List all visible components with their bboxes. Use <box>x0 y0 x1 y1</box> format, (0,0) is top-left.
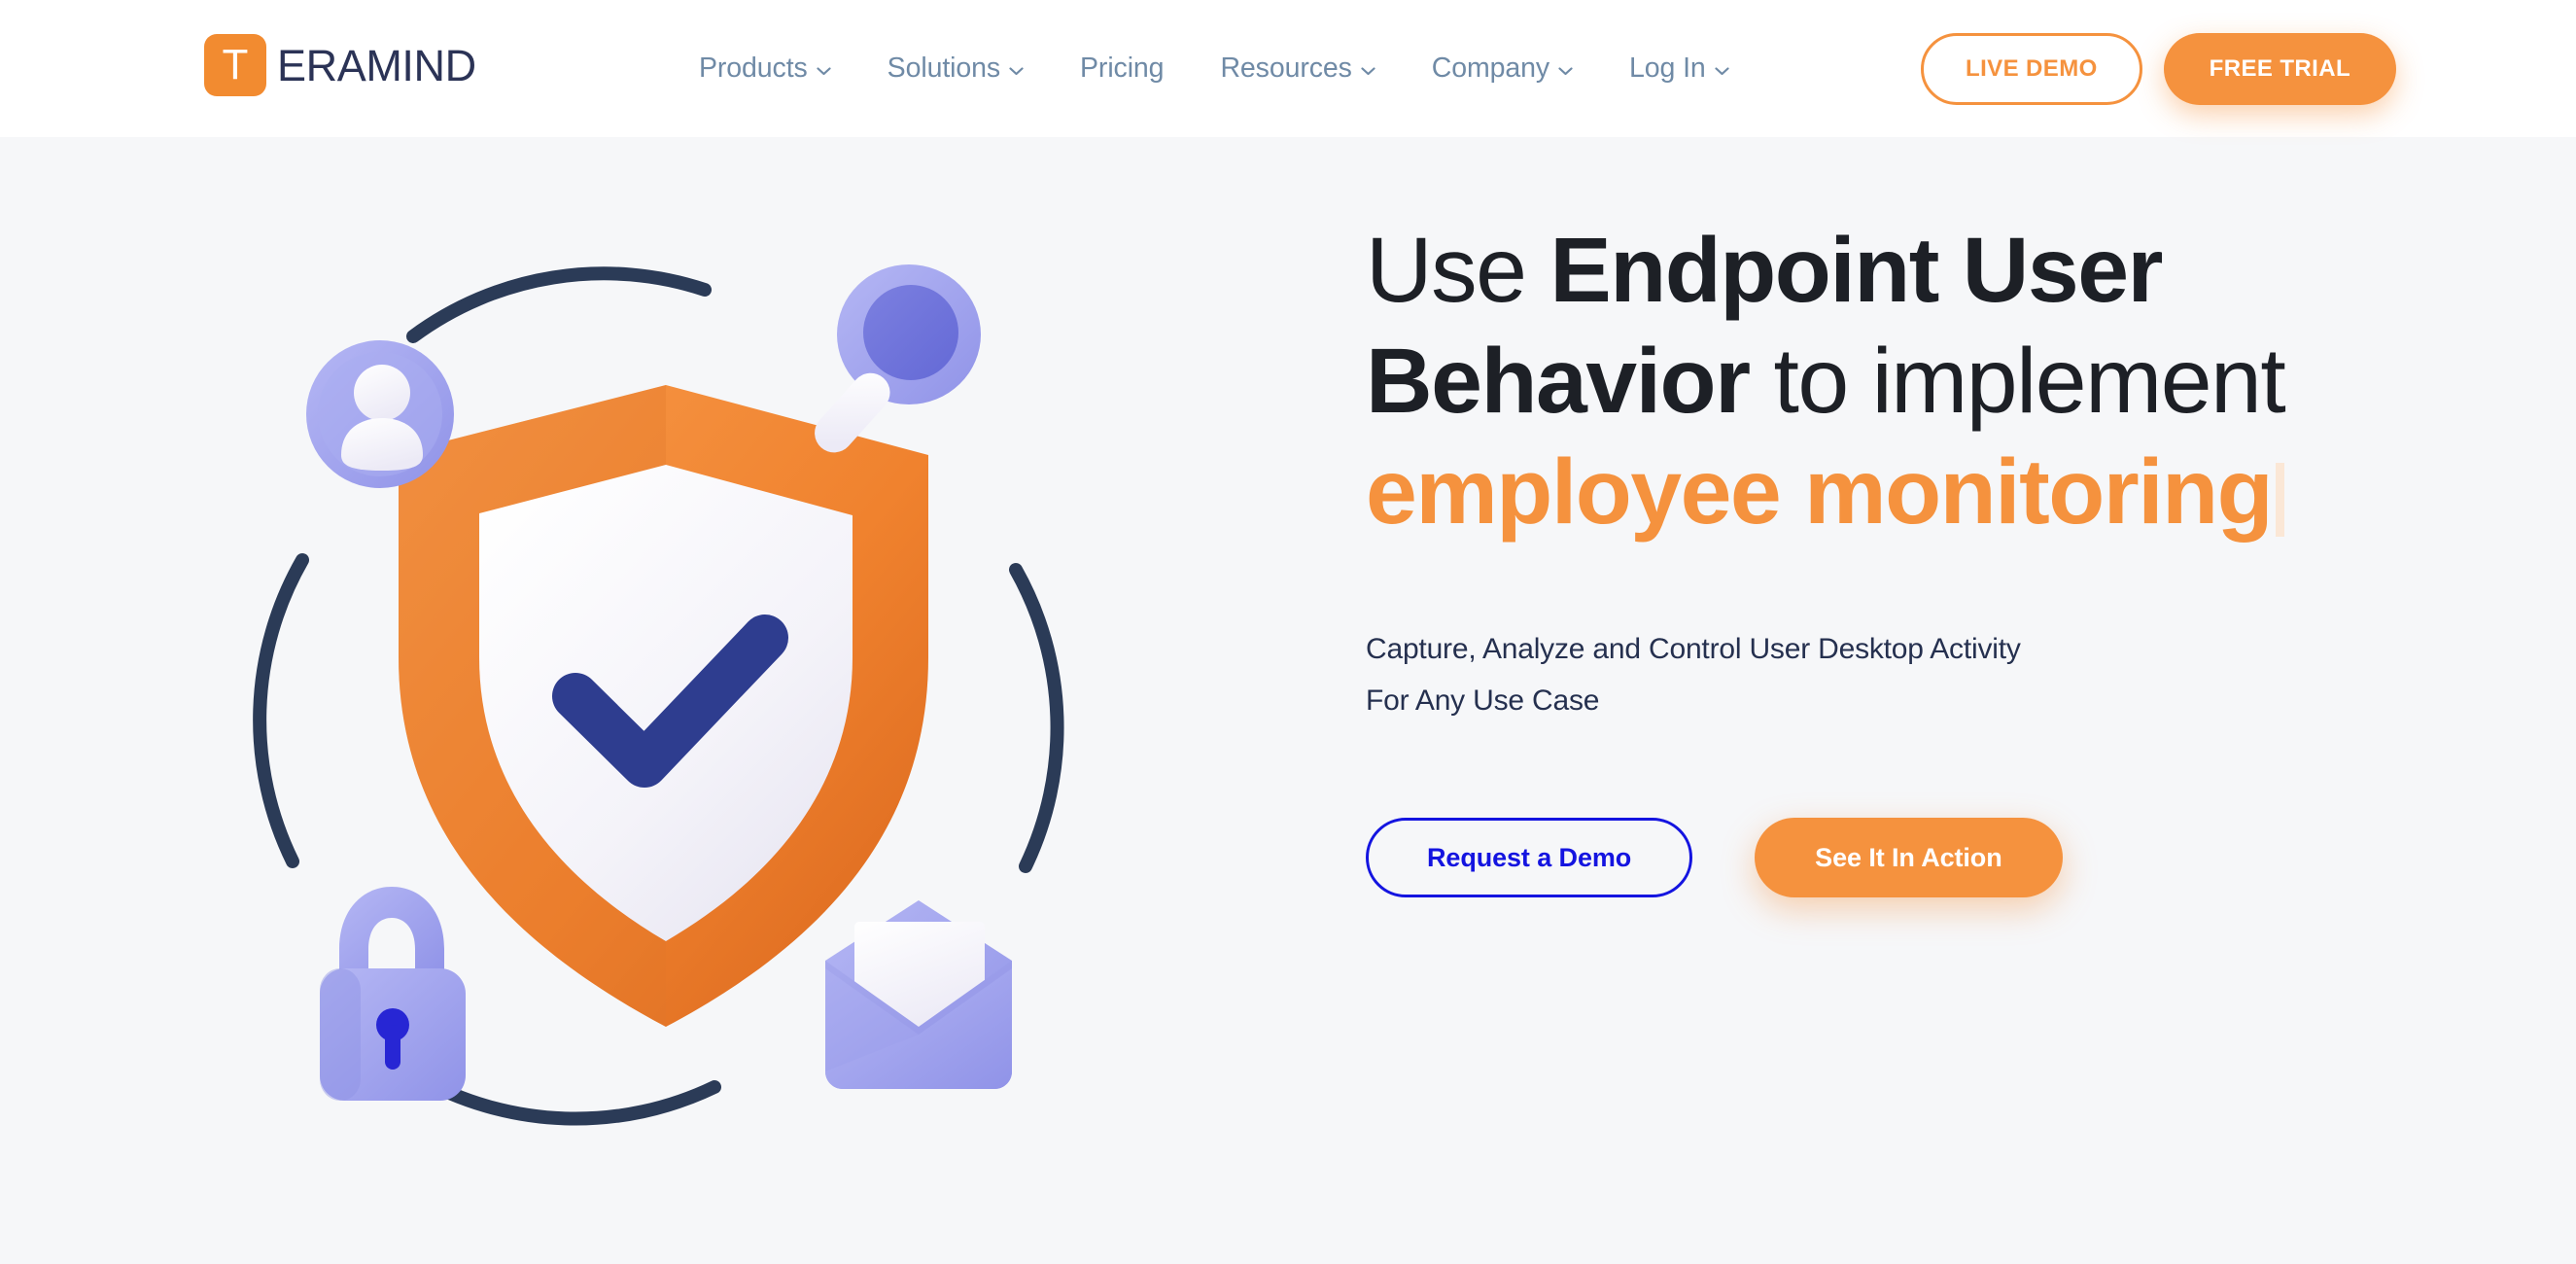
hero-subtitle: Capture, Analyze and Control User Deskto… <box>1366 623 2202 726</box>
headline-part-4-animated: employee monitoring <box>1366 440 2274 544</box>
chevron-down-icon <box>1715 67 1729 76</box>
nav-item-solutions[interactable]: Solutions <box>859 0 1052 137</box>
logo-wordmark: ERAMIND <box>277 40 476 90</box>
live-demo-button[interactable]: LIVE DEMO <box>1921 32 2142 105</box>
typing-caret-icon <box>2276 463 2285 537</box>
hero-copy: Use Endpoint User Behavior to implement … <box>1366 215 2338 897</box>
nav-item-pricing[interactable]: Pricing <box>1052 0 1192 137</box>
nav-item-products[interactable]: Products <box>671 0 859 137</box>
nav-item-label: Solutions <box>887 53 1001 84</box>
nav-item-label: Pricing <box>1080 53 1165 84</box>
chevron-down-icon <box>1009 67 1024 76</box>
headline-part-1: Use <box>1366 219 1550 322</box>
hero-subtitle-line-1: Capture, Analyze and Control User Deskto… <box>1366 633 2021 665</box>
nav-item-label: Resources <box>1220 53 1352 84</box>
nav-item-label: Products <box>699 53 808 84</box>
security-shield-orbit-illustration <box>248 239 1074 1134</box>
hero-cta-group: Request a Demo See It In Action <box>1366 818 2338 897</box>
nav-item-log-in[interactable]: Log In <box>1601 0 1758 137</box>
chevron-down-icon <box>1361 67 1375 76</box>
main-nav: Products Solutions Pricing Resources Com… <box>671 0 1758 137</box>
hero-section: Use Endpoint User Behavior to implement … <box>0 137 2576 1264</box>
logo-mark-letter: T <box>222 41 249 88</box>
nav-item-label: Log In <box>1629 53 1706 84</box>
headline-part-3: to implement <box>1749 330 2285 433</box>
nav-item-label: Company <box>1431 53 1550 84</box>
chevron-down-icon <box>1558 67 1573 76</box>
nav-item-resources[interactable]: Resources <box>1192 0 1403 137</box>
chevron-down-icon <box>817 67 831 76</box>
page-title: Use Endpoint User Behavior to implement … <box>1366 215 2338 547</box>
hero-subtitle-line-2: For Any Use Case <box>1366 685 1600 717</box>
request-demo-button[interactable]: Request a Demo <box>1366 818 1693 897</box>
logo-mark-icon: T <box>204 34 266 96</box>
header-cta-group: LIVE DEMO FREE TRIAL <box>1921 0 2396 137</box>
see-it-in-action-button[interactable]: See It In Action <box>1755 818 2063 897</box>
site-header: T ERAMIND Products Solutions Pricing Res… <box>0 0 2576 137</box>
nav-item-company[interactable]: Company <box>1404 0 1601 137</box>
free-trial-button[interactable]: FREE TRIAL <box>2163 32 2396 105</box>
logo[interactable]: T ERAMIND <box>204 34 476 96</box>
